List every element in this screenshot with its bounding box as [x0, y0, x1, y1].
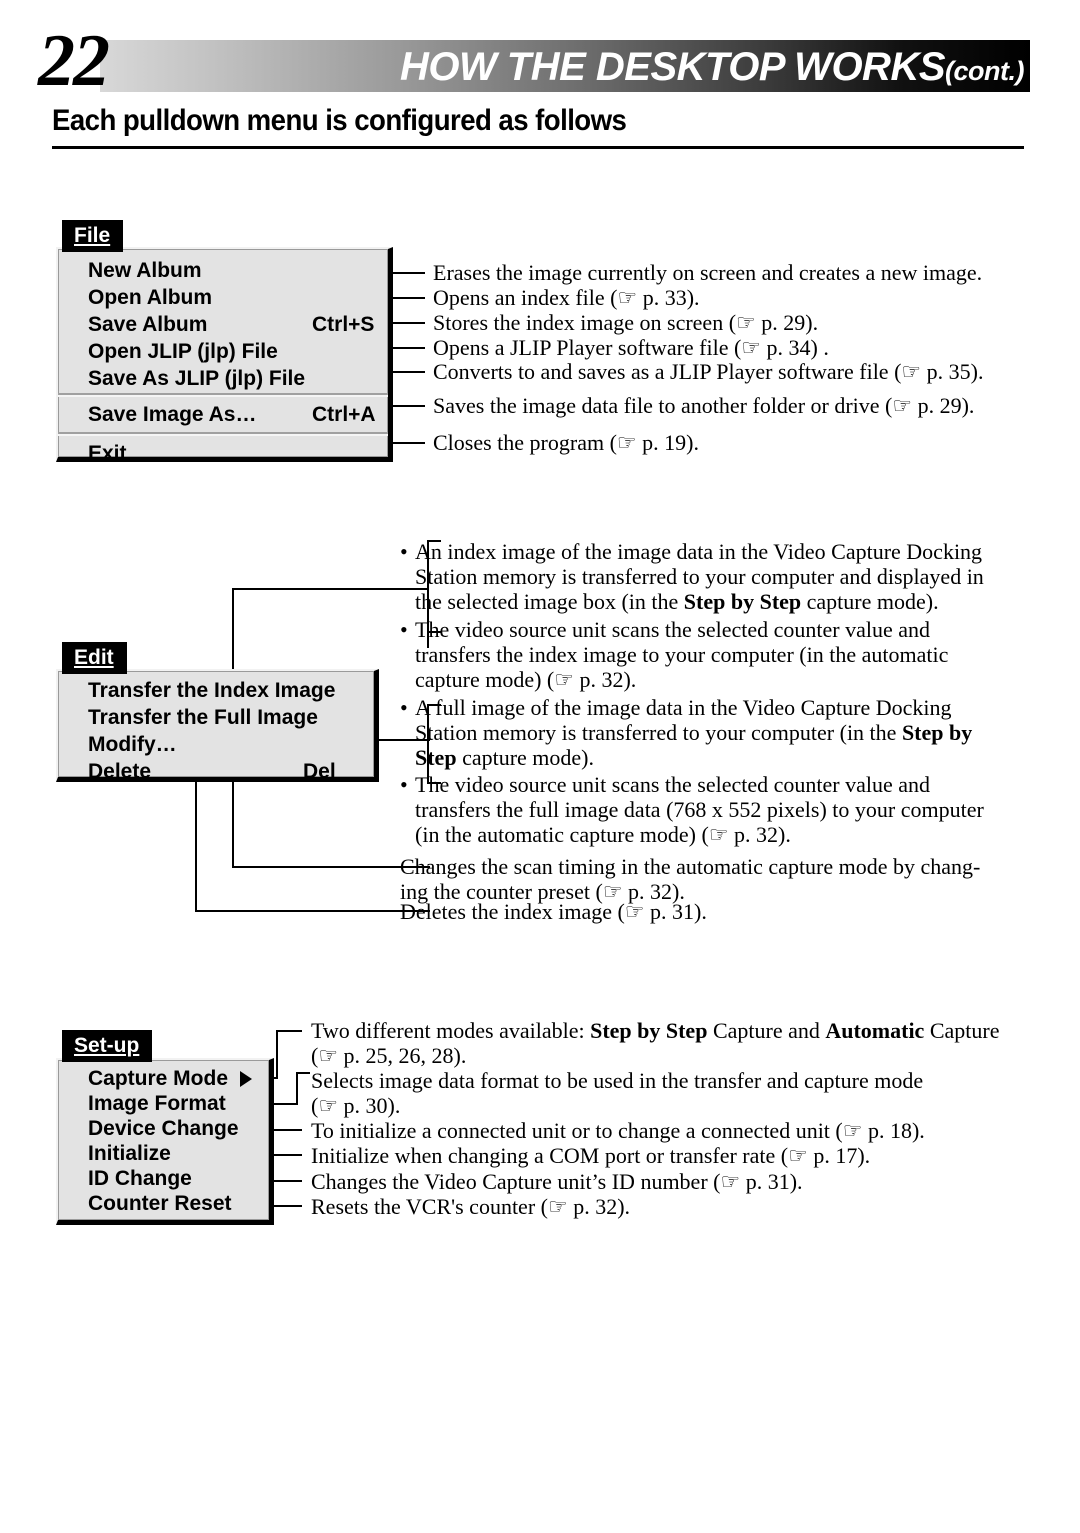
connector-index-image-vert [232, 588, 234, 672]
bullet-point: • [400, 695, 408, 720]
menu-item-label: Save As JLIP (jlp) File [88, 367, 306, 390]
connector-modify-horz [232, 866, 430, 868]
connector-image-format-tick [296, 1072, 310, 1074]
subtitle-rule [52, 146, 1024, 149]
connector-full-image-tick-bottom [427, 782, 441, 784]
edit-desc-seg: Station memory is transferred to your co… [415, 720, 902, 745]
menu-item-save-as-jlip-file[interactable]: Save As JLIP (jlp) File [58, 365, 388, 392]
file-desc-exit: Closes the program (☞ p. 19). [433, 430, 699, 455]
menu-item-image-format[interactable]: Image Format [58, 1091, 269, 1116]
menu-tab-setup[interactable]: Set-up [62, 1030, 153, 1062]
edit-desc-line: the selected image box (in the Step by S… [415, 587, 939, 617]
edit-menu-box: Transfer the Index Image Transfer the Fu… [56, 669, 379, 785]
page-header-title: HOW THE DESKTOP WORKS(cont.) [399, 45, 1025, 92]
menu-item-label: New Album [88, 259, 202, 282]
bullet-point: • [400, 539, 408, 564]
menu-item-delete[interactable]: Delete Del [58, 758, 374, 785]
menu-item-label: ID Change [88, 1167, 192, 1190]
menu-item-id-change[interactable]: ID Change [58, 1166, 269, 1191]
connector-full-image-brace [427, 704, 429, 784]
menu-item-initialize[interactable]: Initialize [58, 1141, 269, 1166]
menu-tab-file-label: File [74, 224, 111, 247]
connector-capture-mode-tick [276, 1030, 302, 1032]
bullet-point: • [400, 617, 408, 642]
setup-desc-seg: Capture and [707, 1018, 826, 1043]
menu-item-label: Open JLIP (jlp) File [88, 340, 278, 363]
menu-item-label: Transfer the Index Image [88, 679, 336, 702]
connector-image-format-vert [296, 1072, 298, 1105]
menu-item-save-album[interactable]: Save Album Ctrl+S [58, 311, 388, 338]
menu-item-label: Save Image As… [88, 403, 257, 426]
connector-delete-vert [195, 772, 197, 912]
edit-desc-delete: Deletes the index image (☞ p. 31). [400, 899, 707, 924]
edit-desc-line: (in the automatic capture mode) (☞ p. 32… [415, 822, 791, 847]
file-desc-save-image-as: Saves the image data file to another fol… [433, 393, 975, 418]
section-subtitle: Each pulldown menu is configured as foll… [52, 104, 627, 137]
connector-index-image-tick-bottom [427, 631, 441, 633]
menu-tab-edit[interactable]: Edit [62, 642, 127, 674]
menu-tab-setup-label: Set-up [74, 1034, 140, 1057]
menu-item-new-album[interactable]: New Album [58, 257, 388, 284]
setup-desc-counter-reset: Resets the VCR's counter (☞ p. 32). [311, 1194, 631, 1219]
setup-desc-seg-bold: Step by Step [590, 1018, 708, 1043]
connector-capture-mode-vert [276, 1030, 278, 1079]
menu-item-label: Capture Mode [88, 1067, 229, 1090]
menu-item-accelerator: Ctrl+A [312, 403, 376, 426]
connector-full-image-tick-top [427, 704, 441, 706]
menu-item-modify[interactable]: Modify… [58, 731, 374, 758]
menu-item-accelerator: Ctrl+S [312, 313, 375, 336]
menu-item-capture-mode[interactable]: Capture Mode [58, 1066, 269, 1091]
menu-item-accelerator: Del [303, 760, 336, 783]
header-cont-label: (cont.) [945, 56, 1024, 86]
file-menu-box: New Album Open Album Save Album Ctrl+S O… [56, 247, 393, 465]
setup-desc-seg: Two different modes available: [311, 1018, 591, 1043]
header-title-text: HOW THE DESKTOP WORKS [399, 45, 946, 89]
menu-tab-file[interactable]: File [62, 220, 124, 252]
menu-item-counter-reset[interactable]: Counter Reset [58, 1191, 269, 1216]
setup-desc-line: Selects image data format to be used in … [311, 1068, 924, 1093]
connector-delete-horz [195, 910, 430, 912]
menu-item-transfer-index-image[interactable]: Transfer the Index Image [58, 677, 374, 704]
submenu-arrow-icon [240, 1071, 252, 1087]
edit-desc-seg-bold: Step by Step [683, 589, 802, 614]
edit-desc-seg: capture mode). [456, 745, 594, 770]
menu-item-open-album[interactable]: Open Album [58, 284, 388, 311]
connector-index-image-horz [232, 588, 429, 590]
edit-desc-line: capture mode) (☞ p. 32). [415, 667, 637, 692]
setup-menu-box: Capture Mode Image Format Device Change … [56, 1058, 274, 1225]
bullet-point: • [400, 772, 408, 797]
menu-item-open-jlip-file[interactable]: Open JLIP (jlp) File [58, 338, 388, 365]
menu-item-label: Delete [88, 760, 152, 783]
menu-item-device-change[interactable]: Device Change [58, 1116, 269, 1141]
menu-item-label: Open Album [88, 286, 213, 309]
edit-desc-line: Step capture mode). [415, 743, 594, 773]
edit-desc-seg-bold: Step by [901, 720, 973, 745]
menu-item-label: Initialize [88, 1142, 171, 1165]
menu-item-label: Exit [88, 442, 127, 465]
connector-index-image-tick-top [427, 540, 441, 542]
menu-item-label: Transfer the Full Image [88, 706, 318, 729]
menu-item-transfer-full-image[interactable]: Transfer the Full Image [58, 704, 374, 731]
edit-desc-seg-bold: Step [415, 745, 457, 770]
menu-item-label: Counter Reset [88, 1192, 232, 1215]
edit-desc-seg: capture mode). [801, 589, 939, 614]
menu-item-exit[interactable]: Exit [58, 437, 388, 470]
menu-item-label: Image Format [88, 1092, 226, 1115]
setup-desc-seg-bold: Automatic [825, 1018, 925, 1043]
page-number: 22 [38, 20, 110, 102]
edit-desc-seg: the selected image box (in the [415, 589, 684, 614]
menu-item-save-image-as[interactable]: Save Image As… Ctrl+A [58, 398, 388, 431]
file-desc-save-as-jlip: Converts to and saves as a JLIP Player s… [433, 359, 984, 384]
menu-item-label: Save Album [88, 313, 208, 336]
menu-item-label: Modify… [88, 733, 177, 756]
setup-desc-seg: Capture [924, 1018, 1000, 1043]
menu-item-label: Device Change [88, 1117, 239, 1140]
menu-tab-edit-label: Edit [74, 646, 114, 669]
